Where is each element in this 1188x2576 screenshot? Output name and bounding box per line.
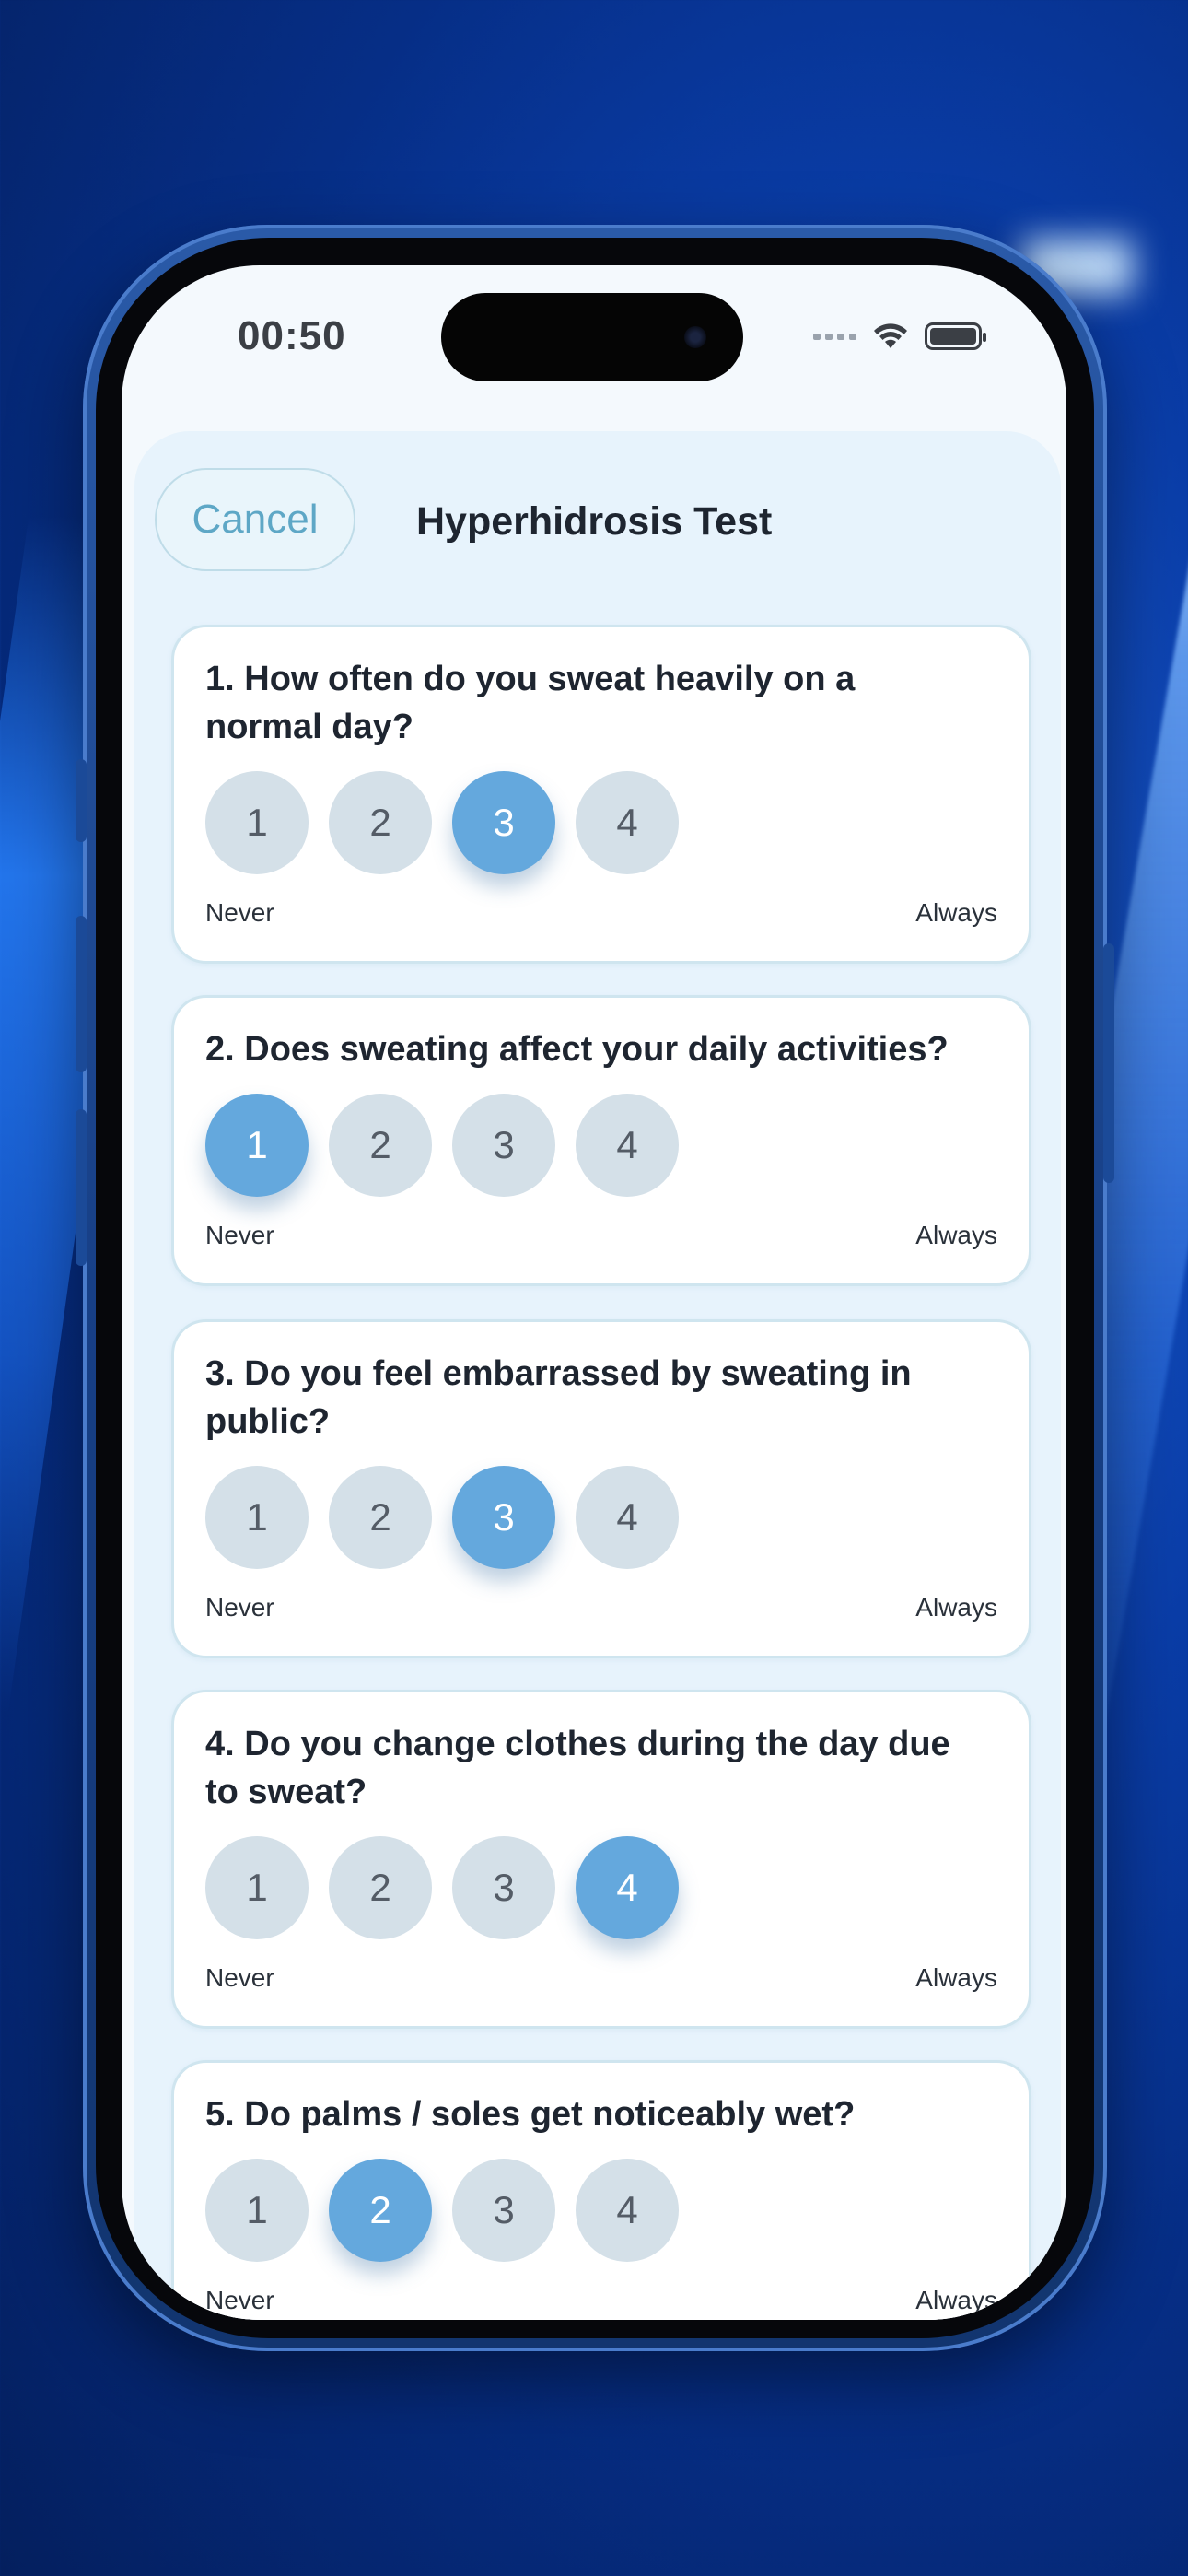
scale-max-label: Always bbox=[915, 898, 997, 927]
question-card-4: 4. Do you change clothes during the day … bbox=[171, 1690, 1031, 2029]
cellular-signal-icon bbox=[813, 333, 856, 340]
page-title: Hyperhidrosis Test bbox=[416, 499, 773, 544]
question-text: 5. Do palms / soles get noticeably wet? bbox=[205, 2095, 856, 2134]
option-3[interactable]: 3 bbox=[452, 1094, 555, 1197]
scale-max-label: Always bbox=[915, 1221, 997, 1249]
question-card-5: 5. Do palms / soles get noticeably wet? … bbox=[171, 2060, 1031, 2320]
option-4[interactable]: 4 bbox=[576, 1836, 679, 1939]
battery-icon bbox=[925, 322, 986, 350]
option-2[interactable]: 2 bbox=[329, 1836, 432, 1939]
option-4[interactable]: 4 bbox=[576, 771, 679, 874]
camera-lens-icon bbox=[684, 326, 706, 348]
option-1[interactable]: 1 bbox=[205, 1094, 309, 1197]
question-card-1: 1. How often do you sweat heavily on a n… bbox=[171, 625, 1031, 964]
dynamic-island bbox=[441, 293, 743, 381]
answer-options: 1 2 3 4 bbox=[205, 1094, 679, 1197]
scale-min-label: Never bbox=[205, 898, 274, 927]
scale-max-label: Always bbox=[915, 1593, 997, 1622]
option-4[interactable]: 4 bbox=[576, 1466, 679, 1569]
option-3[interactable]: 3 bbox=[452, 1836, 555, 1939]
option-3[interactable]: 3 bbox=[452, 1466, 555, 1569]
action-button bbox=[76, 759, 87, 842]
question-card-2: 2. Does sweating affect your daily activ… bbox=[171, 995, 1031, 1286]
cancel-button[interactable]: Cancel bbox=[155, 468, 355, 571]
test-sheet: Cancel Hyperhidrosis Test 1. How often d… bbox=[134, 431, 1061, 2320]
answer-options: 1 2 3 4 bbox=[205, 771, 679, 874]
scale-min-label: Never bbox=[205, 1221, 274, 1249]
question-text: 1. How often do you sweat heavily on a n… bbox=[205, 660, 856, 746]
wifi-icon bbox=[874, 323, 907, 348]
option-1[interactable]: 1 bbox=[205, 1836, 309, 1939]
question-text: 2. Does sweating affect your daily activ… bbox=[205, 1030, 949, 1069]
option-4[interactable]: 4 bbox=[576, 2159, 679, 2262]
scale-min-label: Never bbox=[205, 1593, 274, 1622]
scale-min-label: Never bbox=[205, 1963, 274, 1992]
question-text: 4. Do you change clothes during the day … bbox=[205, 1725, 950, 1811]
option-1[interactable]: 1 bbox=[205, 2159, 309, 2262]
option-2[interactable]: 2 bbox=[329, 1094, 432, 1197]
volume-down-button bbox=[76, 1109, 87, 1266]
scale-min-label: Never bbox=[205, 2286, 274, 2314]
option-2[interactable]: 2 bbox=[329, 771, 432, 874]
scale-max-label: Always bbox=[915, 1963, 997, 1992]
option-1[interactable]: 1 bbox=[205, 1466, 309, 1569]
scale-max-label: Always bbox=[915, 2286, 997, 2314]
option-4[interactable]: 4 bbox=[576, 1094, 679, 1197]
option-2[interactable]: 2 bbox=[329, 1466, 432, 1569]
power-button bbox=[1103, 943, 1114, 1183]
option-3[interactable]: 3 bbox=[452, 771, 555, 874]
volume-up-button bbox=[76, 916, 87, 1072]
answer-options: 1 2 3 4 bbox=[205, 1836, 679, 1939]
option-2[interactable]: 2 bbox=[329, 2159, 432, 2262]
status-time: 00:50 bbox=[238, 313, 346, 358]
option-1[interactable]: 1 bbox=[205, 771, 309, 874]
status-icons bbox=[813, 321, 986, 352]
answer-options: 1 2 3 4 bbox=[205, 1466, 679, 1569]
phone-screen: 00:50 Cancel Hyperhidrosis Test 1. How o… bbox=[122, 265, 1066, 2320]
question-card-3: 3. Do you feel embarrassed by sweating i… bbox=[171, 1319, 1031, 1658]
question-text: 3. Do you feel embarrassed by sweating i… bbox=[205, 1354, 912, 1441]
answer-options: 1 2 3 4 bbox=[205, 2159, 679, 2262]
option-3[interactable]: 3 bbox=[452, 2159, 555, 2262]
